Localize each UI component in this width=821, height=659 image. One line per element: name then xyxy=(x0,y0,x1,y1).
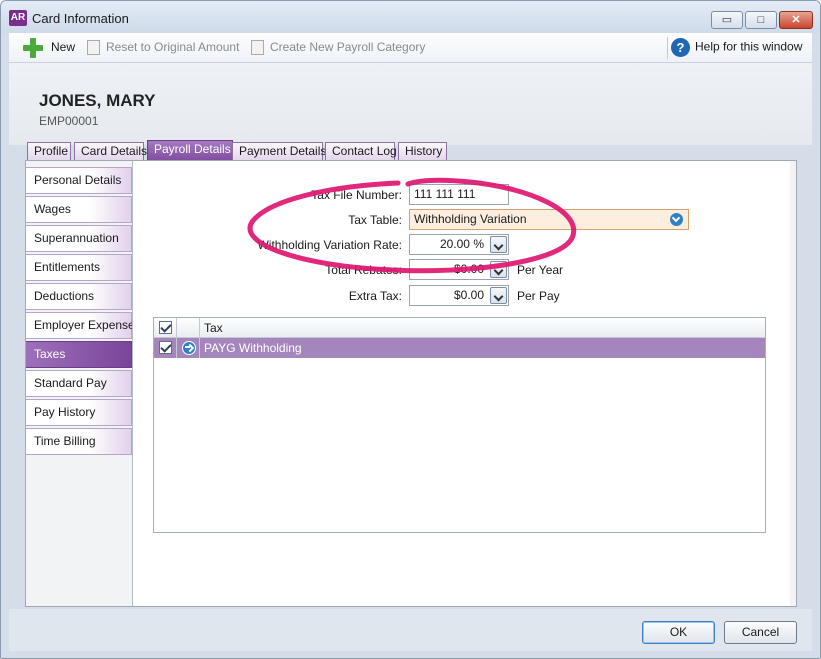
variation-rate-value: 20.00 % xyxy=(439,237,484,251)
tab-card-details[interactable]: Card Details xyxy=(74,142,147,160)
close-button[interactable]: ✕ xyxy=(779,11,813,29)
card-name: JONES, MARY xyxy=(39,91,156,110)
tab-profile[interactable]: Profile xyxy=(27,142,71,160)
sidebar-item-time-billing[interactable]: Time Billing xyxy=(26,428,132,455)
row-checkbox[interactable] xyxy=(159,341,172,354)
variation-rate-dropdown-icon[interactable] xyxy=(490,236,507,253)
sidebar-item-entitlements[interactable]: Entitlements xyxy=(26,254,132,281)
total-rebates-dropdown-icon[interactable] xyxy=(490,261,507,278)
toolbar-divider xyxy=(667,37,668,59)
maximize-button[interactable]: □ xyxy=(745,11,777,29)
variation-rate-field[interactable]: 20.00 % xyxy=(409,234,509,255)
ok-button[interactable]: OK xyxy=(642,621,715,644)
card-id: EMP00001 xyxy=(39,114,99,128)
tab-payment-details[interactable]: Payment Details xyxy=(232,142,326,160)
tab-contact-log[interactable]: Contact Log xyxy=(325,142,397,160)
tab-payroll-details[interactable]: Payroll Details xyxy=(147,140,233,161)
header-arrow-column xyxy=(177,318,200,338)
create-category-label: Create New Payroll Category xyxy=(270,40,426,54)
extra-tax-field[interactable]: $0.00 xyxy=(409,285,509,306)
help-label: Help for this window xyxy=(695,39,803,54)
sidebar-item-taxes[interactable]: Taxes xyxy=(26,341,132,368)
total-rebates-suffix: Per Year xyxy=(517,263,564,277)
sidebar-item-standard-pay[interactable]: Standard Pay xyxy=(26,370,132,397)
app-logo-icon: AR xyxy=(9,10,27,26)
title-bar: AR Card Information ▭ □ ✕ xyxy=(1,1,820,33)
new-button[interactable]: New xyxy=(23,38,76,58)
new-label: New xyxy=(51,40,76,54)
table-row[interactable]: PAYG Withholding xyxy=(154,338,765,358)
total-rebates-label: Total Rebates: xyxy=(325,263,402,277)
add-icon xyxy=(23,38,43,58)
extra-tax-suffix: Per Pay xyxy=(517,289,560,303)
tax-list: Tax PAYG Withholding xyxy=(153,317,766,533)
create-new-payroll-category-button[interactable]: Create New Payroll Category xyxy=(251,40,426,56)
reset-document-icon xyxy=(87,40,100,56)
toolbar: New Reset to Original Amount Create New … xyxy=(9,33,812,63)
variation-rate-label: Withholding Variation Rate: xyxy=(257,238,402,252)
tfn-label: Tax File Number: xyxy=(311,188,402,202)
tax-table-label: Tax Table: xyxy=(348,213,402,227)
sidebar-item-personal-details[interactable]: Personal Details xyxy=(26,167,132,194)
tax-table-value: Withholding Variation xyxy=(414,212,527,226)
sidebar-item-wages[interactable]: Wages xyxy=(26,196,132,223)
new-category-document-icon xyxy=(251,40,264,56)
sidebar-item-employer-expenses[interactable]: Employer Expenses xyxy=(26,312,141,339)
extra-tax-value: $0.00 xyxy=(453,288,484,302)
taxes-pane: Tax File Number: 111 111 111 Tax Table: … xyxy=(132,161,790,606)
help-icon: ? xyxy=(671,38,690,57)
row-check-cell[interactable] xyxy=(154,338,177,358)
header-select-all[interactable] xyxy=(154,318,177,338)
reset-to-original-amount-button[interactable]: Reset to Original Amount xyxy=(87,40,240,56)
zoom-arrow-icon[interactable] xyxy=(182,341,196,355)
help-button[interactable]: ? Help for this window xyxy=(671,38,802,57)
tfn-field[interactable]: 111 111 111 xyxy=(409,184,509,205)
chevron-down-icon[interactable] xyxy=(670,213,683,226)
dialog-footer: OK Cancel xyxy=(9,609,812,651)
total-rebates-field[interactable]: $0.00 xyxy=(409,259,509,280)
tab-history[interactable]: History xyxy=(398,142,447,160)
row-arrow-cell[interactable] xyxy=(177,338,200,358)
tax-list-header: Tax xyxy=(154,318,765,338)
sidebar-item-superannuation[interactable]: Superannuation xyxy=(26,225,132,252)
card-header: JONES, MARY EMP00001 xyxy=(9,63,812,145)
sidebar-item-deductions[interactable]: Deductions xyxy=(26,283,132,310)
reset-label: Reset to Original Amount xyxy=(106,40,240,54)
payroll-details-panel: Personal Details Wages Superannuation En… xyxy=(25,160,797,607)
sidebar-item-pay-history[interactable]: Pay History xyxy=(26,399,132,426)
select-all-checkbox[interactable] xyxy=(159,321,172,334)
card-information-window: AR Card Information ▭ □ ✕ New Reset to O… xyxy=(0,0,821,659)
extra-tax-label: Extra Tax: xyxy=(348,289,402,303)
cancel-button[interactable]: Cancel xyxy=(724,621,797,644)
minimize-button[interactable]: ▭ xyxy=(711,11,743,29)
row-tax-name: PAYG Withholding xyxy=(204,341,302,355)
tax-column-header: Tax xyxy=(204,321,223,335)
extra-tax-dropdown-icon[interactable] xyxy=(490,287,507,304)
tax-table-select[interactable]: Withholding Variation xyxy=(409,209,689,230)
total-rebates-value: $0.00 xyxy=(453,262,484,276)
window-title: Card Information xyxy=(32,11,129,26)
